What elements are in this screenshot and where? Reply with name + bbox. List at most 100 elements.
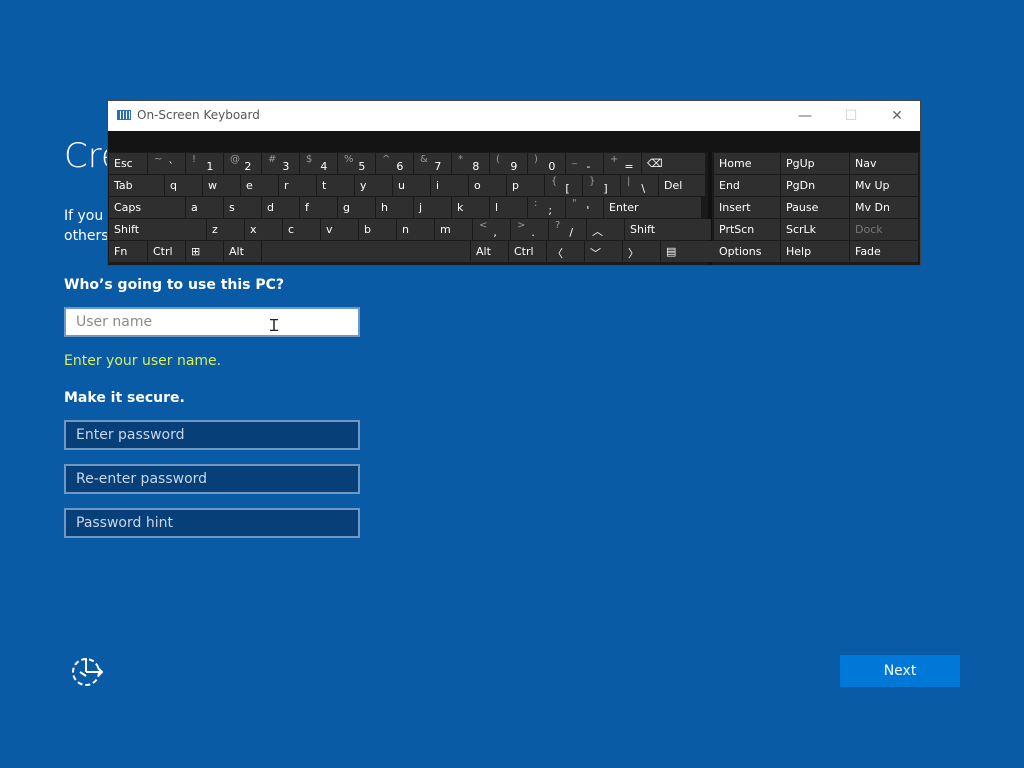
key-row4-9[interactable]: >. xyxy=(511,219,548,240)
key-row3-5[interactable]: g xyxy=(338,197,375,218)
key-row2-8[interactable]: i xyxy=(431,175,468,196)
nav-key-3-2[interactable]: Dock xyxy=(850,219,918,240)
key-row3-0[interactable]: Caps xyxy=(109,197,185,218)
key-row4-10[interactable]: ? / xyxy=(549,219,586,240)
key-row4-8[interactable]: <, xyxy=(473,219,510,240)
key-row1-13[interactable]: + = xyxy=(604,153,641,174)
nav-key-1-1[interactable]: PgDn xyxy=(781,175,849,196)
key-row3-2[interactable]: s xyxy=(224,197,261,218)
key-row1-1[interactable]: ~ ` xyxy=(148,153,185,174)
key-row3-9[interactable]: l xyxy=(490,197,527,218)
key-row3-7[interactable]: j xyxy=(414,197,451,218)
key-row2-1[interactable]: q xyxy=(165,175,202,196)
key-row4-11[interactable]: ︿ xyxy=(587,219,624,240)
nav-key-4-1[interactable]: Help xyxy=(781,241,849,262)
key-row4-0[interactable]: Shift xyxy=(109,219,206,240)
key-row2-3[interactable]: e xyxy=(241,175,278,196)
minimize-button[interactable]: — xyxy=(782,101,828,131)
nav-key-0-1[interactable]: PgUp xyxy=(781,153,849,174)
ease-of-access-button[interactable] xyxy=(70,654,106,688)
key-row1-3[interactable]: @2 xyxy=(224,153,261,174)
nav-key-2-1[interactable]: Pause xyxy=(781,197,849,218)
key-row1-12[interactable]: _ - xyxy=(566,153,603,174)
key-row5-6[interactable]: Ctrl xyxy=(509,241,546,262)
username-field[interactable] xyxy=(64,307,360,337)
key-row2-10[interactable]: p xyxy=(507,175,544,196)
key-row1-7[interactable]: ^ 6 xyxy=(376,153,413,174)
nav-key-2-2[interactable]: Mv Dn xyxy=(850,197,918,218)
key-row4-1[interactable]: z xyxy=(207,219,244,240)
key-row3-8[interactable]: k xyxy=(452,197,489,218)
key-row2-4[interactable]: r xyxy=(279,175,316,196)
key-row3-4[interactable]: f xyxy=(300,197,337,218)
key-row5-1[interactable]: Ctrl xyxy=(148,241,185,262)
nav-key-4-0[interactable]: Options xyxy=(714,241,780,262)
nav-key-1-2[interactable]: Mv Up xyxy=(850,175,918,196)
maximize-button[interactable]: ☐ xyxy=(828,101,874,131)
nav-key-3-0[interactable]: PrtScn xyxy=(714,219,780,240)
key-row3-1[interactable]: a xyxy=(186,197,223,218)
nav-key-4-2[interactable]: Fade xyxy=(850,241,918,262)
key-row3-10[interactable]: :; xyxy=(528,197,565,218)
key-label: PrtScn xyxy=(719,223,755,236)
key-row2-11[interactable]: {[ xyxy=(545,175,582,196)
key-row1-9[interactable]: * 8 xyxy=(452,153,489,174)
key-row5-9[interactable]: 〉 xyxy=(623,241,660,262)
key-row2-14[interactable]: Del xyxy=(659,175,705,196)
key-row2-0[interactable]: Tab xyxy=(109,175,164,196)
key-row5-7[interactable]: 〈 xyxy=(547,241,584,262)
key-row4-5[interactable]: b xyxy=(359,219,396,240)
close-button[interactable]: ✕ xyxy=(874,101,920,131)
key-row4-2[interactable]: x xyxy=(245,219,282,240)
key-row2-7[interactable]: u xyxy=(393,175,430,196)
key-row5-0[interactable]: Fn xyxy=(109,241,147,262)
key-row3-6[interactable]: h xyxy=(376,197,413,218)
key-row3-11[interactable]: " ' xyxy=(566,197,603,218)
key-label: Mv Up xyxy=(855,179,890,192)
key-label: ▤ xyxy=(666,245,677,258)
key-row1-6[interactable]: % 5 xyxy=(338,153,375,174)
key-row1-2[interactable]: ! 1 xyxy=(186,153,223,174)
key-row1-8[interactable]: & 7 xyxy=(414,153,451,174)
next-button[interactable]: Next xyxy=(840,655,960,687)
key-label: 4 xyxy=(320,160,328,173)
key-row4-12[interactable]: Shift xyxy=(625,219,711,240)
key-row5-2[interactable]: ⊞ xyxy=(186,241,223,262)
key-label: Fade xyxy=(855,245,881,258)
key-row2-13[interactable]: | \ xyxy=(621,175,658,196)
key-row3-3[interactable]: d xyxy=(262,197,299,218)
osk-tab-strip xyxy=(108,131,920,152)
key-row4-4[interactable]: v xyxy=(321,219,358,240)
password-hint-field[interactable] xyxy=(64,508,360,538)
key-row5-5[interactable]: Alt xyxy=(471,241,508,262)
reenter-password-field[interactable] xyxy=(64,464,360,494)
key-row3-12[interactable]: Enter xyxy=(604,197,701,218)
key-row1-10[interactable]: (9 xyxy=(490,153,527,174)
nav-key-0-2[interactable]: Nav xyxy=(850,153,918,174)
key-row5-8[interactable]: ﹀ xyxy=(585,241,622,262)
key-row2-5[interactable]: t xyxy=(317,175,354,196)
key-row1-5[interactable]: $4 xyxy=(300,153,337,174)
key-row2-6[interactable]: y xyxy=(355,175,392,196)
key-row1-14[interactable]: ⌫ xyxy=(642,153,705,174)
key-row2-2[interactable]: w xyxy=(203,175,240,196)
password-field[interactable] xyxy=(64,420,360,450)
key-label: Options xyxy=(719,245,762,258)
key-row1-4[interactable]: #3 xyxy=(262,153,299,174)
key-row4-6[interactable]: n xyxy=(397,219,434,240)
nav-key-3-1[interactable]: ScrLk xyxy=(781,219,849,240)
key-label: ︿ xyxy=(592,225,603,238)
key-row4-3[interactable]: c xyxy=(283,219,320,240)
key-row2-9[interactable]: o xyxy=(469,175,506,196)
key-row5-4[interactable] xyxy=(262,241,470,262)
nav-key-0-0[interactable]: Home xyxy=(714,153,780,174)
osk-titlebar[interactable]: On-Screen Keyboard — ☐ ✕ xyxy=(108,101,920,131)
nav-key-1-0[interactable]: End xyxy=(714,175,780,196)
key-row1-11[interactable]: ) 0 xyxy=(528,153,565,174)
key-row2-12[interactable]: }] xyxy=(583,175,620,196)
key-label: 〈 xyxy=(552,247,563,260)
key-row1-0[interactable]: Esc xyxy=(109,153,147,174)
key-row5-3[interactable]: Alt xyxy=(224,241,261,262)
nav-key-2-0[interactable]: Insert xyxy=(714,197,780,218)
key-row4-7[interactable]: m xyxy=(435,219,472,240)
